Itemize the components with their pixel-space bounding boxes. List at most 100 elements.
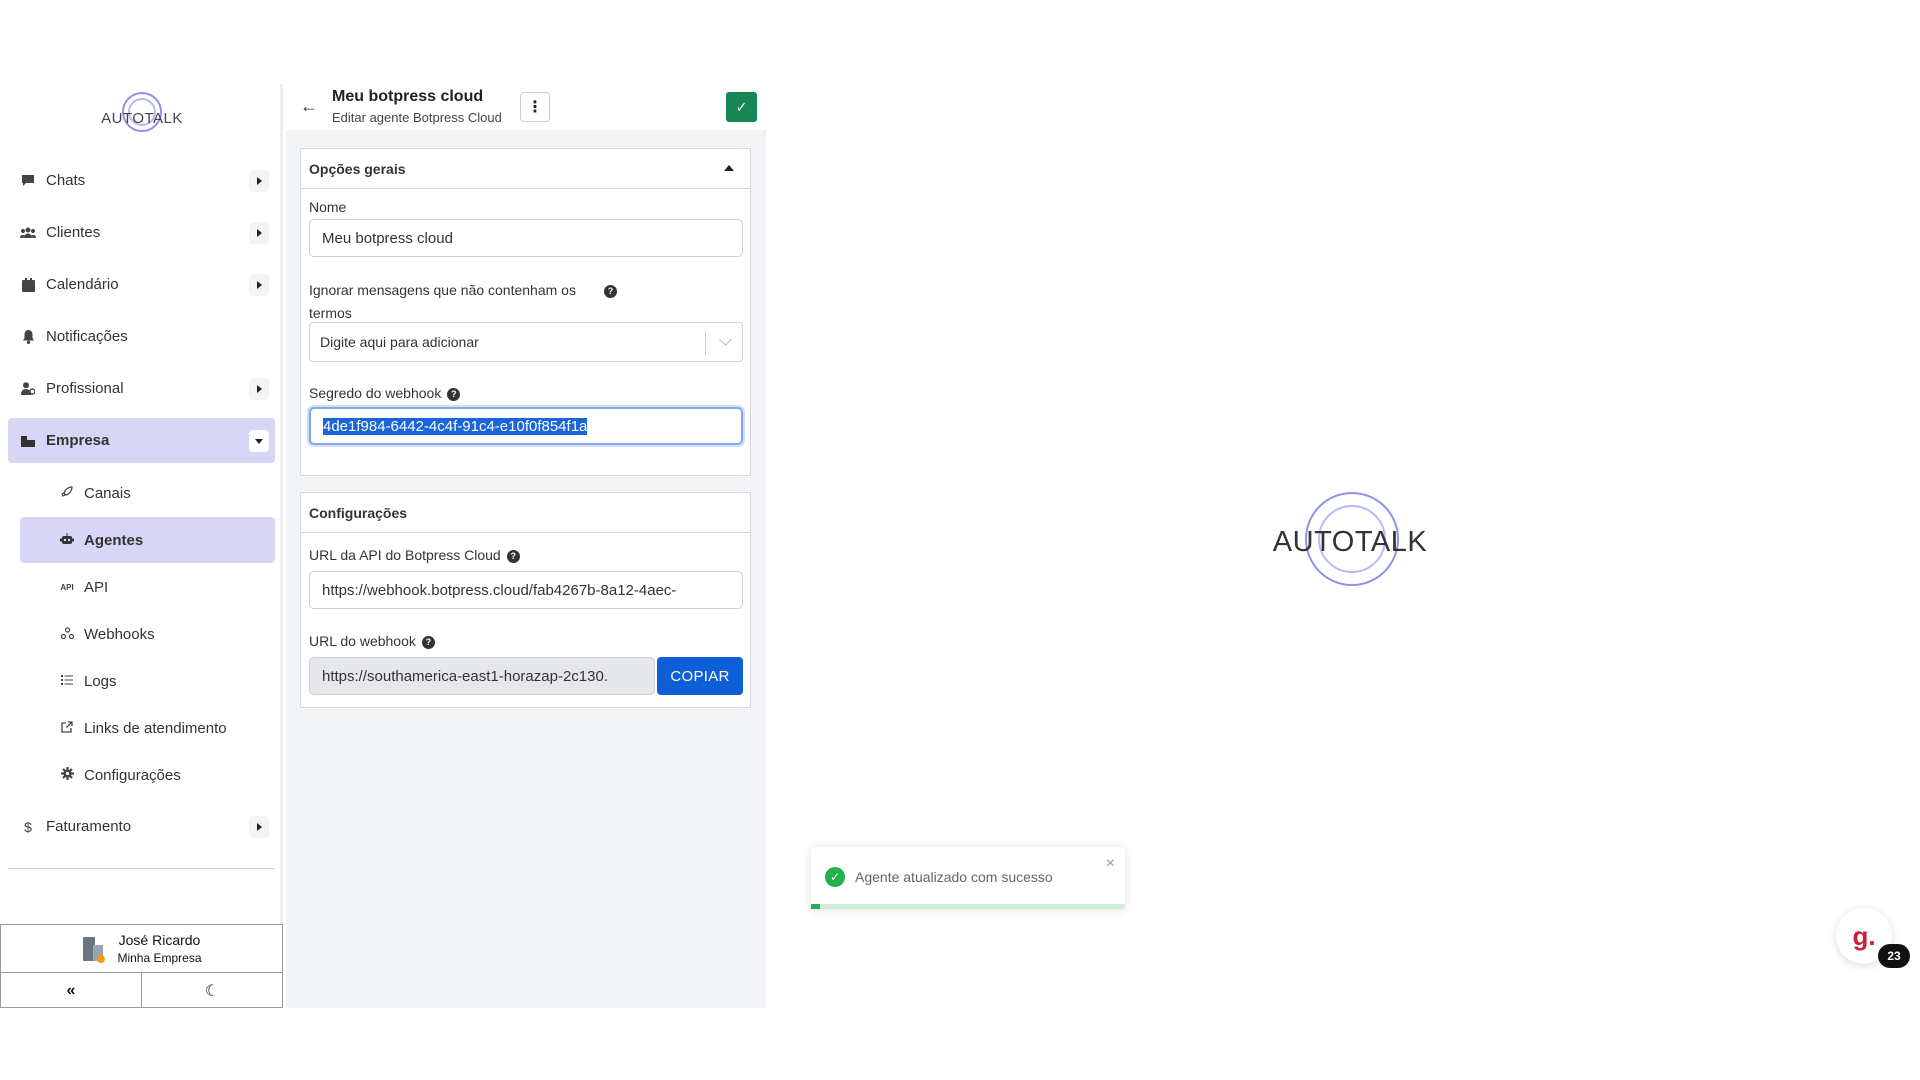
chevron-right-icon[interactable]: [249, 378, 269, 400]
sidebar-subitem-label: Logs: [84, 672, 117, 690]
chevron-right-icon[interactable]: [249, 222, 269, 244]
chevron-down-icon[interactable]: [719, 333, 732, 346]
more-options-button[interactable]: ⋮: [520, 92, 550, 122]
user-card: José Ricardo Minha Empresa « ☾: [0, 924, 283, 1008]
success-toast: ✓ Agente atualizado com sucesso ×: [811, 847, 1125, 909]
sidebar-subitem-configuracoes[interactable]: Configurações: [20, 752, 275, 798]
name-label: Nome: [309, 199, 347, 215]
user-info[interactable]: José Ricardo Minha Empresa: [1, 925, 282, 973]
logo-text: AUTOTALK: [1272, 526, 1428, 558]
settings-header: Configurações: [301, 493, 750, 533]
page-subtitle: Editar agente Botpress Cloud: [332, 110, 502, 125]
building-icon: [20, 433, 36, 449]
sidebar-item-label: Chats: [46, 172, 86, 189]
help-icon[interactable]: ?: [506, 549, 520, 563]
ignore-terms-placeholder: Digite aqui para adicionar: [320, 334, 479, 350]
sidebar-item-label: Profissional: [46, 380, 124, 397]
sidebar-item-chats[interactable]: Chats: [8, 158, 275, 203]
general-options-card: Opções gerais Nome Meu botpress cloud Ig…: [300, 148, 751, 476]
save-button[interactable]: ✓: [726, 92, 757, 122]
user-tie-icon: [20, 381, 36, 397]
sidebar-item-label: Empresa: [46, 432, 110, 449]
chat-unread-badge: 23: [1878, 944, 1910, 968]
calendar-icon: [20, 277, 36, 293]
sidebar-subitem-label: Links de atendimento: [84, 719, 227, 737]
dollar-icon: $: [24, 818, 32, 835]
user-company: Minha Empresa: [117, 951, 202, 965]
copy-button[interactable]: COPIAR: [657, 657, 743, 695]
name-value: Meu botpress cloud: [322, 229, 453, 247]
toast-progress-fill: [811, 904, 821, 909]
help-icon[interactable]: ?: [447, 387, 461, 401]
webhook-url-field[interactable]: https://southamerica-east1-horazap-2c130…: [309, 657, 655, 695]
sidebar-item-profissional[interactable]: Profissional: [8, 366, 275, 411]
agent-editor: ← Meu botpress cloud Editar agente Botpr…: [286, 84, 766, 1008]
collapse-sidebar-button[interactable]: «: [1, 973, 142, 1008]
company-avatar-icon: [81, 935, 106, 963]
sidebar-subitem-label: Configurações: [84, 766, 181, 784]
api-icon: API: [60, 582, 74, 592]
chevron-right-icon[interactable]: [249, 170, 269, 192]
webhook-secret-field[interactable]: 4de1f984-6442-4c4f-91c4-e10f0f854f1a: [309, 407, 743, 445]
sidebar-item-clientes[interactable]: Clientes: [8, 210, 275, 255]
sidebar-subitem-canais[interactable]: Canais: [20, 470, 275, 516]
webhook-icon: [60, 626, 74, 642]
section-title: Opções gerais: [309, 160, 406, 177]
api-url-field[interactable]: https://webhook.botpress.cloud/fab4267b-…: [309, 571, 743, 609]
toast-message: Agente atualizado com sucesso: [855, 869, 1053, 885]
chevron-up-icon[interactable]: [724, 165, 734, 171]
section-title: Configurações: [309, 504, 408, 521]
app-window: AUTOTALK Chats Clientes Calendário Notif…: [0, 84, 766, 1008]
sidebar-subitem-logs[interactable]: Logs: [20, 658, 275, 704]
back-arrow-icon[interactable]: ←: [300, 96, 318, 117]
ignore-terms-label: Ignorar mensagens que não contenham os? …: [309, 279, 639, 325]
page-title: Meu botpress cloud: [332, 88, 484, 105]
close-icon[interactable]: ×: [1106, 855, 1115, 873]
sidebar-divider: [8, 868, 275, 869]
sidebar-item-label: Calendário: [46, 276, 119, 293]
editor-header: ← Meu botpress cloud Editar agente Botpr…: [286, 84, 766, 130]
chevron-down-icon[interactable]: [249, 430, 269, 452]
sidebar-subitem-links[interactable]: Links de atendimento: [20, 705, 275, 751]
ignore-terms-select[interactable]: Digite aqui para adicionar: [309, 322, 743, 362]
bell-icon: [20, 329, 36, 345]
robot-icon: [60, 532, 74, 548]
help-icon[interactable]: ?: [421, 635, 435, 649]
webhook-url-value: https://southamerica-east1-horazap-2c130…: [322, 667, 608, 685]
chat-icon: [20, 173, 36, 189]
sidebar-logo: AUTOTALK: [100, 90, 184, 144]
sidebar-subitem-label: Canais: [84, 484, 131, 502]
sidebar-subitem-webhooks[interactable]: Webhooks: [20, 611, 275, 657]
sidebar-item-empresa[interactable]: Empresa: [8, 418, 275, 463]
sidebar-subitem-api[interactable]: API API: [20, 564, 275, 610]
sidebar-item-calendario[interactable]: Calendário: [8, 262, 275, 307]
toast-progress: [811, 904, 1125, 909]
help-icon[interactable]: ?: [603, 284, 617, 298]
rocket-icon: [60, 485, 74, 501]
sidebar-subitem-label: Webhooks: [84, 625, 155, 643]
sidebar-subitem-agentes[interactable]: Agentes: [20, 517, 275, 563]
check-circle-icon: ✓: [825, 867, 845, 887]
chevron-right-icon[interactable]: [249, 274, 269, 296]
sidebar-item-notificacoes[interactable]: Notificações: [8, 314, 275, 359]
webhook-url-label: URL do webhook?: [309, 633, 435, 649]
webhook-secret-value: 4de1f984-6442-4c4f-91c4-e10f0f854f1a: [323, 417, 588, 435]
name-field[interactable]: Meu botpress cloud: [309, 219, 743, 257]
sidebar: AUTOTALK Chats Clientes Calendário Notif…: [0, 84, 283, 1008]
sidebar-subitem-label: Agentes: [84, 531, 144, 549]
select-separator: [705, 331, 706, 355]
sidebar-item-label: Faturamento: [46, 818, 132, 835]
api-url-value: https://webhook.botpress.cloud/fab4267b-…: [322, 581, 677, 599]
theme-toggle-button[interactable]: ☾: [142, 973, 282, 1008]
center-logo: AUTOTALK: [1268, 492, 1432, 592]
api-url-label: URL da API do Botpress Cloud?: [309, 547, 520, 563]
sidebar-item-faturamento[interactable]: $ Faturamento: [8, 804, 275, 849]
sidebar-item-label: Clientes: [46, 224, 101, 241]
sidebar-subitem-label: API: [84, 578, 109, 596]
chevron-right-icon[interactable]: [249, 816, 269, 838]
general-options-header[interactable]: Opções gerais: [301, 149, 750, 189]
user-name: José Ricardo: [118, 932, 201, 948]
logo-text: AUTOTALK: [101, 110, 183, 127]
webhook-secret-label: Segredo do webhook?: [309, 385, 461, 401]
gear-icon: [60, 767, 74, 783]
